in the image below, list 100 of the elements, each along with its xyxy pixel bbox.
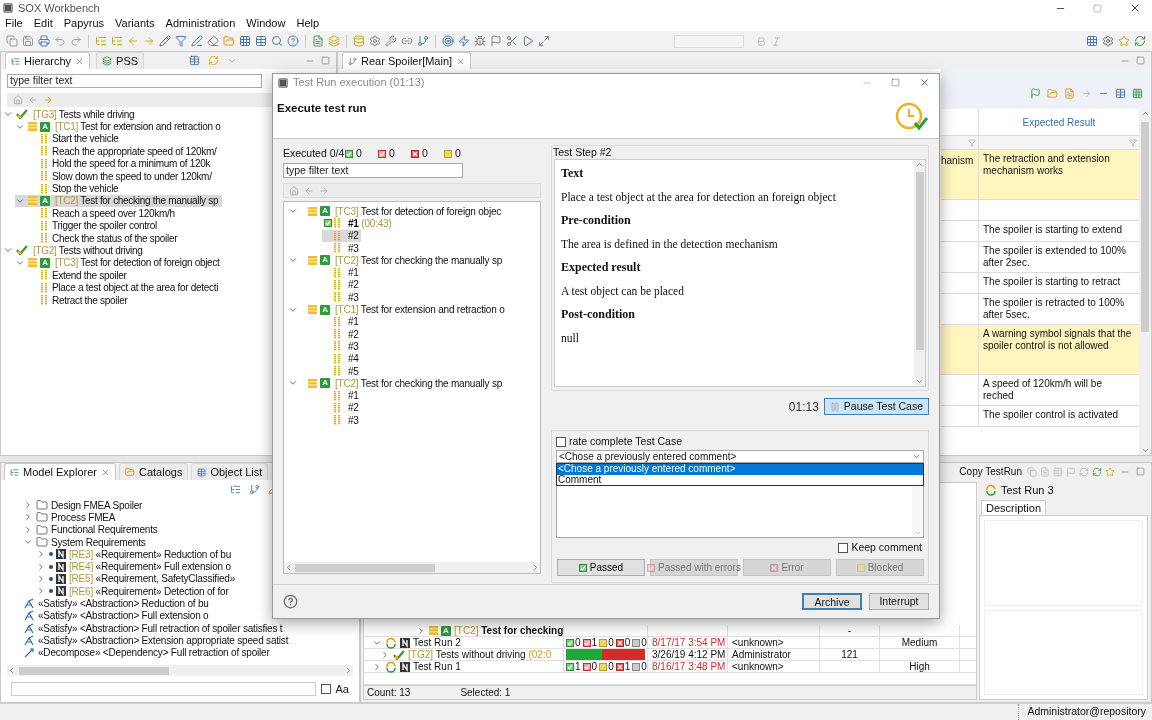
copy-testrun-button[interactable]: Copy TestRun [959,464,1022,479]
comment-combo[interactable]: <Chose a previously entered comment> [556,450,924,463]
tree-item[interactable]: A [TC2] Test for checking the manually sp [288,254,503,267]
table-row[interactable]: Test Run 2 0 1 0 0 0 8/17/17 3:54 PM <unknown> Medium [364,637,976,649]
table-icon[interactable] [1115,87,1126,99]
copy-icon[interactable] [1027,466,1037,477]
table-row[interactable]: The spoiler is retracted to 100% after 5sec. [941,294,1139,325]
home-icon[interactable] [289,185,299,196]
menu-item[interactable]: Variants [115,15,155,32]
tree-item[interactable]: Process FMEA [23,511,116,524]
arrow-right-icon[interactable] [43,95,53,105]
refresh-icon[interactable] [1092,466,1102,477]
panel-tab[interactable]: PSS [96,52,145,69]
panel-tab[interactable]: Model Explorer [4,463,116,480]
tree-item[interactable]: «Satisfy» <Abstraction> Reduction of bu [24,597,209,610]
save-icon[interactable] [22,35,34,47]
dropdown-option[interactable]: <Chose a previously entered comment> [557,464,923,475]
chevron-right-icon[interactable] [36,549,46,560]
table-row[interactable]: A [TC2] Test for checking - [364,625,976,637]
bug-icon[interactable] [474,35,486,47]
table-icon[interactable] [255,35,267,47]
arrow-right-icon[interactable] [319,185,329,196]
scroll-thumb[interactable] [1141,122,1149,332]
copy-icon[interactable] [6,35,18,47]
tree-item[interactable]: Stop the vehicle [41,182,123,195]
table-row[interactable]: The spoiler is starting to extend [941,221,1139,242]
chevron-down-icon[interactable] [915,377,924,386]
maximize-icon[interactable] [1093,3,1102,13]
tree-item[interactable]: [TG3] Tests while driving [3,108,139,121]
tree-item[interactable]: «Satisfy» <Abstraction> Full extension o [24,609,209,622]
maximize-icon[interactable] [321,56,330,65]
tree-item[interactable]: «Decompose» <Dependency> Full retraction of spoiler [24,646,270,659]
branch-icon[interactable] [417,35,429,47]
tree-item[interactable]: [RE4] «Requirement» Full extension o [36,560,231,573]
italic-icon[interactable] [771,35,782,47]
folder-icon[interactable] [1047,87,1058,99]
tree-item[interactable]: #2 [322,327,361,341]
flag-icon[interactable] [490,35,502,47]
search-field[interactable] [11,682,316,696]
chevron-right-icon[interactable] [23,500,33,511]
scrollbar[interactable] [7,665,353,676]
refresh-icon[interactable] [1079,466,1089,477]
chevron-right-icon[interactable] [23,512,33,523]
chevron-down-icon[interactable] [913,529,922,537]
chevron-right-icon[interactable] [36,561,46,572]
maximize-icon[interactable] [891,78,900,87]
chevron-left-icon[interactable] [284,563,293,572]
tree-item[interactable]: Hold the speed for a minimum of 120k [41,157,215,170]
tree-item[interactable]: [TG2] Tests without driving [3,244,147,257]
tree-item[interactable]: Reach a speed over 120km/h [41,207,179,220]
tree-item[interactable]: [RE6] «Requirement» Detection of for [36,585,229,598]
tree-item[interactable]: Extend the spoiler [41,269,131,282]
chevron-up-icon[interactable] [915,160,924,169]
pencil-icon[interactable] [159,35,171,47]
star-icon[interactable] [1105,466,1115,477]
settings-icon[interactable] [1102,35,1114,47]
lightning-icon[interactable] [458,35,470,47]
arrow-left-icon[interactable] [304,185,314,196]
arrow-left-icon[interactable] [28,95,38,105]
details-tab[interactable]: Description [981,500,1047,515]
target-icon[interactable] [442,35,454,47]
grid-icon[interactable] [1086,35,1098,47]
redo-icon[interactable] [70,35,82,47]
chevron-down-icon[interactable] [1140,446,1150,455]
close-icon[interactable] [919,77,930,88]
tree-item[interactable]: [RE3] «Requirement» Reduction of bu [36,548,231,561]
play-icon[interactable] [522,35,534,47]
table-row[interactable] [941,200,1139,221]
dialog-button[interactable]: Interrupt [869,593,929,610]
help-icon[interactable] [283,594,298,609]
tree-item[interactable]: #3 [322,340,361,353]
tree-item[interactable]: Retract the spoiler [41,293,132,307]
menu-item[interactable]: Administration [165,15,236,32]
panel-tab[interactable]: Catalogs [119,463,189,480]
scrollbar[interactable] [1139,109,1151,455]
tree-item[interactable]: «Satisfy» <Abstraction> Full retraction of spoiler satisfies t [24,621,283,635]
tree-item[interactable]: #3 [322,291,361,304]
expand-icon[interactable] [538,35,550,47]
arrow-right-icon[interactable] [143,35,155,47]
search-icon[interactable] [271,35,283,47]
tree-item[interactable]: Slow down the speed to under 120km/ [41,169,216,183]
printer-icon[interactable] [38,35,50,47]
checkbox[interactable] [320,684,331,694]
tree-item[interactable]: A [TC1] Test for extension and retraction o [15,120,225,133]
column-header[interactable]: Expected Result [979,109,1139,135]
tree-item[interactable]: A [TC1] Test for extension and retraction o [288,303,505,316]
tree-item[interactable]: #2 [322,229,361,242]
scrollbar[interactable] [914,160,925,386]
tree-item[interactable]: Start the vehicle [41,132,123,146]
close-icon[interactable] [1129,2,1141,14]
table-row[interactable]: The spoiler is starting to retract [941,273,1139,294]
rating-button[interactable]: Passed [557,559,645,576]
tree-item[interactable]: #1 [322,315,361,328]
home-icon[interactable] [13,95,23,105]
chevron-right-icon[interactable] [380,649,390,660]
panel-tab[interactable]: Rear Spoiler[Main] [342,52,472,69]
tree-item[interactable]: A [TC2] Test for checking the manually sp [15,194,223,208]
database-icon[interactable] [353,35,365,47]
wrench-icon[interactable] [385,35,397,47]
table-row[interactable]: The spoiler is extended to 100% after 2sec. [941,242,1139,273]
